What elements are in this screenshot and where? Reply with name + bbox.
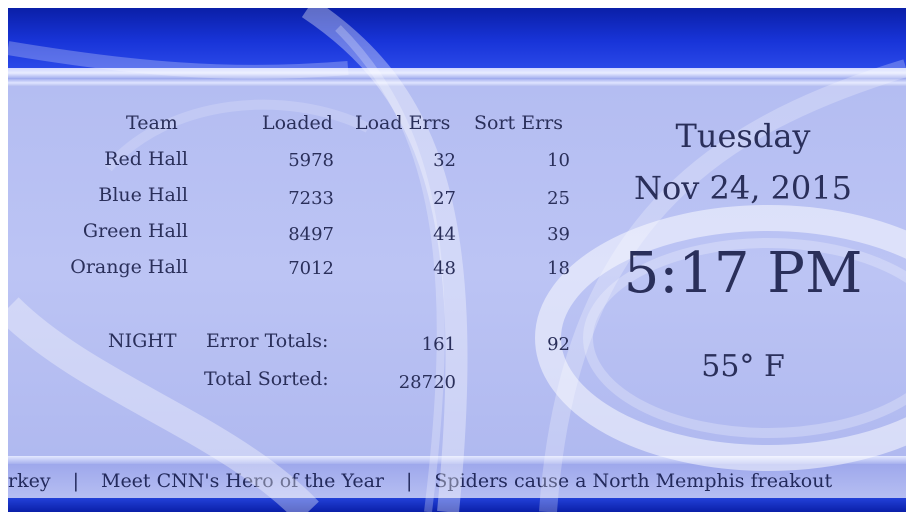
top-divider-secondary [8,78,906,86]
error-totals-load-value: 161 [421,334,456,355]
row-load-errs: 44 [433,224,456,245]
error-totals-sort-value: 92 [547,334,570,355]
ticker-separator: | [406,470,413,492]
ticker-item: Meet CNN's Hero of the Year [100,470,384,492]
time-display: 5:17 PM [623,241,863,306]
news-ticker: rkey | Meet CNN's Hero of the Year | Spiders… [8,464,906,498]
bottom-divider [8,456,906,464]
row-load-errs: 32 [433,150,456,171]
row-team-name: Blue Hall [98,184,188,206]
header-loaded: Loaded [262,112,333,134]
header-team: Team [126,112,178,134]
ticker-line: rkey | Meet CNN's Hero of the Year | Spiders… [8,468,832,494]
header-load-errs: Load Errs [355,112,451,134]
row-loaded: 7012 [288,258,334,279]
ticker-item: rkey [8,470,51,492]
top-banner [8,8,906,68]
error-totals-label: Error Totals: [206,330,329,352]
row-team-name: Red Hall [104,148,188,170]
row-load-errs: 48 [433,258,456,279]
temperature-display: 55° F [701,349,785,384]
row-sort-errs: 18 [547,258,570,279]
row-team-name: Green Hall [82,220,188,242]
row-sort-errs: 25 [547,188,570,209]
total-sorted-value: 28720 [398,372,456,393]
row-loaded: 5978 [288,150,334,171]
weekday-display: Tuesday [675,117,811,155]
header-sort-errs: Sort Errs [474,112,563,134]
bottom-banner [8,498,906,512]
row-loaded: 8497 [288,224,334,245]
ticker-separator: | [72,470,79,492]
ticker-item: Spiders cause a North Memphis freakout [434,470,833,492]
top-divider [8,68,906,78]
date-display: Nov 24, 2015 [633,169,852,207]
row-loaded: 7233 [288,188,334,209]
row-sort-errs: 10 [547,150,570,171]
row-team-name: Orange Hall [70,256,188,278]
dashboard-screen: rkey | Meet CNN's Hero of the Year | Spiders… [8,8,906,512]
shift-label: NIGHT [108,330,177,352]
total-sorted-label: Total Sorted: [204,368,329,390]
row-load-errs: 27 [433,188,456,209]
row-sort-errs: 39 [547,224,570,245]
